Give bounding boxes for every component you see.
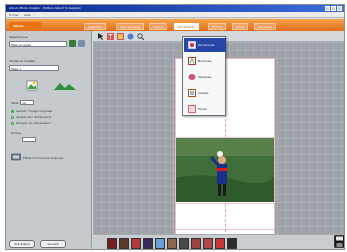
minimize-button[interactable]	[325, 6, 330, 11]
maximize-button[interactable]	[331, 6, 336, 11]
thumbnail-strip	[93, 234, 344, 249]
previous-button[interactable]: Précédent	[9, 240, 35, 248]
menu-bar: Fichier Aide	[6, 12, 344, 18]
zoom-icon[interactable]	[137, 33, 144, 40]
effects-icon[interactable]	[11, 153, 21, 161]
option-fill-radio[interactable]	[11, 122, 14, 125]
title-bar: Album Photo Creator - Edition Album Scra…	[6, 5, 344, 12]
app-logo: Album	[9, 22, 41, 29]
effects-label: Effets d'ornement avancés	[23, 156, 64, 160]
tab-print[interactable]: Imprimer	[254, 23, 276, 30]
thumbnail-ornament-9[interactable]	[203, 238, 213, 249]
size-label: Taille	[11, 101, 19, 105]
thumbnail-ornament-11[interactable]	[227, 238, 237, 249]
text-icon[interactable]	[107, 33, 114, 40]
window-title: Album Photo Creator - Edition Album Scra…	[9, 6, 82, 10]
thumbnail-ornament-2[interactable]	[119, 238, 129, 249]
menu-item-label: Cadres	[198, 91, 209, 95]
section-select-title: Sélectionner	[9, 35, 28, 39]
menu-item-label: Masques	[198, 75, 212, 79]
thumbnail-ornament-10[interactable]	[215, 238, 225, 249]
size-input-value: 10	[22, 101, 26, 105]
menu-item-label: Ornements	[198, 43, 215, 47]
thumbnail-ornament-6[interactable]	[167, 238, 177, 249]
ornament-type-menu: Ornements Bordures Masques Cadres Fonds	[182, 36, 226, 116]
template-dropdown[interactable]: Page 1	[9, 65, 59, 71]
mask-icon	[188, 74, 196, 80]
shape-icon[interactable]	[127, 33, 134, 40]
shadow-label: Ombre	[11, 131, 22, 135]
add-icon[interactable]	[69, 40, 76, 47]
menu-item-borders[interactable]: Bordures	[184, 54, 226, 68]
landscape-icon[interactable]	[54, 81, 76, 90]
page-photo[interactable]	[176, 138, 274, 202]
select-dropdown[interactable]: Mise en page	[9, 41, 67, 47]
section-template-title: Choisir le modèle	[9, 59, 36, 63]
thumbnail-ornament-3[interactable]	[131, 238, 141, 249]
menu-item-backgrounds[interactable]: Fonds	[184, 102, 226, 116]
ornament-icon	[188, 41, 196, 49]
select-dropdown-value: Mise en page	[11, 43, 31, 47]
nav-bar: Album Assistant Mise en page Cadres Orne…	[6, 19, 344, 31]
tab-photos[interactable]: Photos	[208, 23, 227, 30]
menu-item-ornaments[interactable]: Ornements	[184, 38, 226, 52]
tab-assistant[interactable]: Assistant	[84, 23, 106, 30]
next-button[interactable]: Suivant	[40, 240, 66, 248]
option-fit-label: Ajuster aux dimensions	[16, 115, 52, 119]
menu-item-label: Fonds	[198, 107, 207, 111]
shadow-input[interactable]	[22, 137, 36, 142]
menu-help[interactable]: Aide	[24, 12, 31, 17]
size-input[interactable]: 10	[20, 100, 34, 105]
tab-ornaments[interactable]: Ornements	[174, 23, 199, 30]
background-icon	[188, 105, 196, 113]
menu-item-label: Bordures	[198, 59, 212, 63]
thumbnail-ornament-7[interactable]	[179, 238, 189, 249]
properties-icon[interactable]	[78, 40, 85, 47]
thumbnail-ornament-8[interactable]	[191, 238, 201, 249]
thumbnail-ornament-5[interactable]	[155, 238, 165, 249]
option-fill-label: Remplir les dimensions	[16, 121, 51, 125]
tab-text[interactable]: Texte	[232, 23, 248, 30]
ornament-shape-icon[interactable]	[26, 79, 38, 91]
thumbnail-ornament-1[interactable]	[107, 238, 117, 249]
sidebar: Sélectionner Mise en page Choisir le mod…	[6, 31, 92, 249]
tab-frames[interactable]: Cadres	[149, 23, 168, 30]
border-icon	[188, 57, 196, 65]
save-icon[interactable]	[334, 235, 345, 248]
close-button[interactable]	[337, 6, 342, 11]
option-fit-radio[interactable]	[11, 116, 14, 119]
tab-layout[interactable]: Mise en page	[116, 23, 144, 30]
app-window: Album Photo Creator - Edition Album Scra…	[5, 4, 345, 250]
template-dropdown-value: Page 1	[11, 67, 22, 71]
thumbnail-ornament-4[interactable]	[143, 238, 153, 249]
pointer-icon[interactable]	[97, 33, 104, 40]
menu-item-frames[interactable]: Cadres	[184, 86, 226, 100]
option-original-label: Garder l'image originale	[16, 109, 53, 113]
option-original-radio[interactable]	[11, 110, 14, 113]
menu-item-masks[interactable]: Masques	[184, 70, 226, 84]
menu-file[interactable]: Fichier	[9, 12, 19, 17]
frame-menu-icon	[188, 89, 196, 97]
frame-icon[interactable]	[117, 33, 124, 40]
